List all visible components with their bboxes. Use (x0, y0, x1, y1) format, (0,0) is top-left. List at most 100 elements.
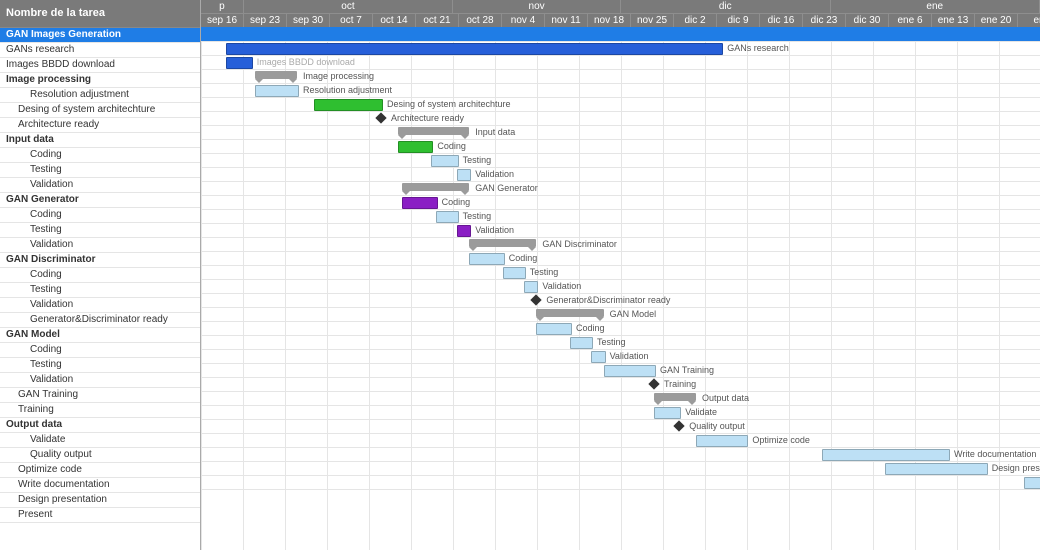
bar-label: Output data (702, 393, 749, 403)
gantt-bar[interactable] (654, 393, 696, 401)
task-row[interactable]: Validation (0, 238, 200, 253)
task-row[interactable]: Coding (0, 343, 200, 358)
task-row[interactable]: Validation (0, 298, 200, 313)
task-row[interactable]: GAN Discriminator (0, 253, 200, 268)
gantt-bar[interactable] (398, 141, 434, 153)
task-row[interactable]: Quality output (0, 448, 200, 463)
task-row[interactable]: Resolution adjustment (0, 88, 200, 103)
bar-label: Coding (576, 323, 605, 333)
bar-label: Coding (442, 197, 471, 207)
task-row[interactable]: Design presentation (0, 493, 200, 508)
task-row[interactable]: GAN Generator (0, 193, 200, 208)
gantt-bar[interactable] (402, 183, 469, 191)
task-row[interactable]: Testing (0, 358, 200, 373)
gantt-bar[interactable] (503, 267, 526, 279)
week-label: dic 23 (803, 13, 846, 27)
task-row[interactable]: Testing (0, 283, 200, 298)
gantt-bar[interactable] (255, 85, 299, 97)
bar-label: Architecture ready (391, 113, 464, 123)
task-row[interactable]: Output data (0, 418, 200, 433)
bar-label: Coding (437, 141, 466, 151)
task-row[interactable]: Present (0, 508, 200, 523)
milestone-icon[interactable] (531, 294, 542, 305)
gantt-bar[interactable] (822, 449, 950, 461)
task-row[interactable]: Coding (0, 268, 200, 283)
gantt-bar[interactable] (226, 57, 253, 69)
task-row[interactable]: Write documentation (0, 478, 200, 493)
gantt-bar[interactable] (314, 99, 383, 111)
task-row[interactable]: Coding (0, 208, 200, 223)
bar-label: Validation (542, 281, 581, 291)
task-row[interactable]: GAN Model (0, 328, 200, 343)
bar-label: Validate (685, 407, 717, 417)
week-label: dic 9 (717, 13, 760, 27)
gantt-bar[interactable] (469, 239, 536, 247)
bar-label: Testing (597, 337, 626, 347)
task-row[interactable]: GANs research (0, 43, 200, 58)
gantt-bar[interactable] (469, 253, 505, 265)
week-label: sep 23 (244, 13, 287, 27)
gantt-bar[interactable] (885, 463, 988, 475)
gantt-bar[interactable] (436, 211, 459, 223)
week-label: ene 13 (932, 13, 975, 27)
gantt-bar[interactable] (457, 225, 472, 237)
milestone-icon[interactable] (648, 378, 659, 389)
bar-label: GAN Discriminator (542, 239, 617, 249)
task-row[interactable]: Testing (0, 223, 200, 238)
bar-label: Validation (475, 169, 514, 179)
task-name-column: Nombre de la tarea GAN Images Generation… (0, 0, 201, 550)
task-row[interactable]: Training (0, 403, 200, 418)
bar-label: Desing of system architechture (387, 99, 511, 109)
task-row[interactable]: Images BBDD download (0, 58, 200, 73)
task-row[interactable]: Testing (0, 163, 200, 178)
gantt-bar[interactable] (591, 351, 606, 363)
gantt-bar[interactable] (402, 197, 438, 209)
gantt-bar[interactable] (431, 155, 458, 167)
gantt-bar[interactable] (457, 169, 472, 181)
week-label: nov 4 (502, 13, 545, 27)
week-label: sep 16 (201, 13, 244, 27)
gantt-bar[interactable] (696, 435, 748, 447)
task-row[interactable]: Architecture ready (0, 118, 200, 133)
gantt-bar[interactable] (398, 127, 469, 135)
bar-label: Training (664, 379, 696, 389)
task-row[interactable]: Image processing (0, 73, 200, 88)
month-label: nov (453, 0, 621, 13)
bar-label: Testing (530, 267, 559, 277)
task-row[interactable]: Input data (0, 133, 200, 148)
gantt-bar[interactable] (226, 43, 724, 55)
week-label: nov 25 (631, 13, 674, 27)
bar-label: Validation (475, 225, 514, 235)
gantt-bar[interactable] (536, 309, 603, 317)
milestone-icon[interactable] (674, 420, 685, 431)
bar-label: Testing (463, 211, 492, 221)
gantt-bar[interactable] (654, 407, 681, 419)
task-row[interactable]: Validation (0, 373, 200, 388)
gantt-bar[interactable] (524, 281, 539, 293)
bar-label: Input data (475, 127, 515, 137)
bar-label: Generator&Discriminator ready (546, 295, 670, 305)
week-label: en (1018, 13, 1040, 27)
task-row[interactable]: Optimize code (0, 463, 200, 478)
month-label: dic (621, 0, 831, 13)
task-row[interactable]: Coding (0, 148, 200, 163)
gantt-bar[interactable] (255, 71, 297, 79)
timeline: poctnovdicene sep 16sep 23sep 30oct 7oct… (201, 0, 1040, 550)
gantt-bar[interactable] (604, 365, 656, 377)
task-row[interactable]: Desing of system architechture (0, 103, 200, 118)
milestone-icon[interactable] (375, 112, 386, 123)
bar-label: Image processing (303, 71, 374, 81)
month-label: p (201, 0, 244, 13)
task-row[interactable]: GAN Images Generation (0, 28, 200, 43)
task-row[interactable]: Validate (0, 433, 200, 448)
month-label: oct (244, 0, 454, 13)
week-label: dic 30 (846, 13, 889, 27)
gantt-bar[interactable] (570, 337, 593, 349)
week-label: oct 7 (330, 13, 373, 27)
task-row[interactable]: Validation (0, 178, 200, 193)
task-row[interactable]: GAN Training (0, 388, 200, 403)
gantt-bar[interactable] (536, 323, 572, 335)
task-row[interactable]: Generator&Discriminator ready (0, 313, 200, 328)
gantt-bar[interactable] (1024, 477, 1040, 489)
week-label: nov 18 (588, 13, 631, 27)
